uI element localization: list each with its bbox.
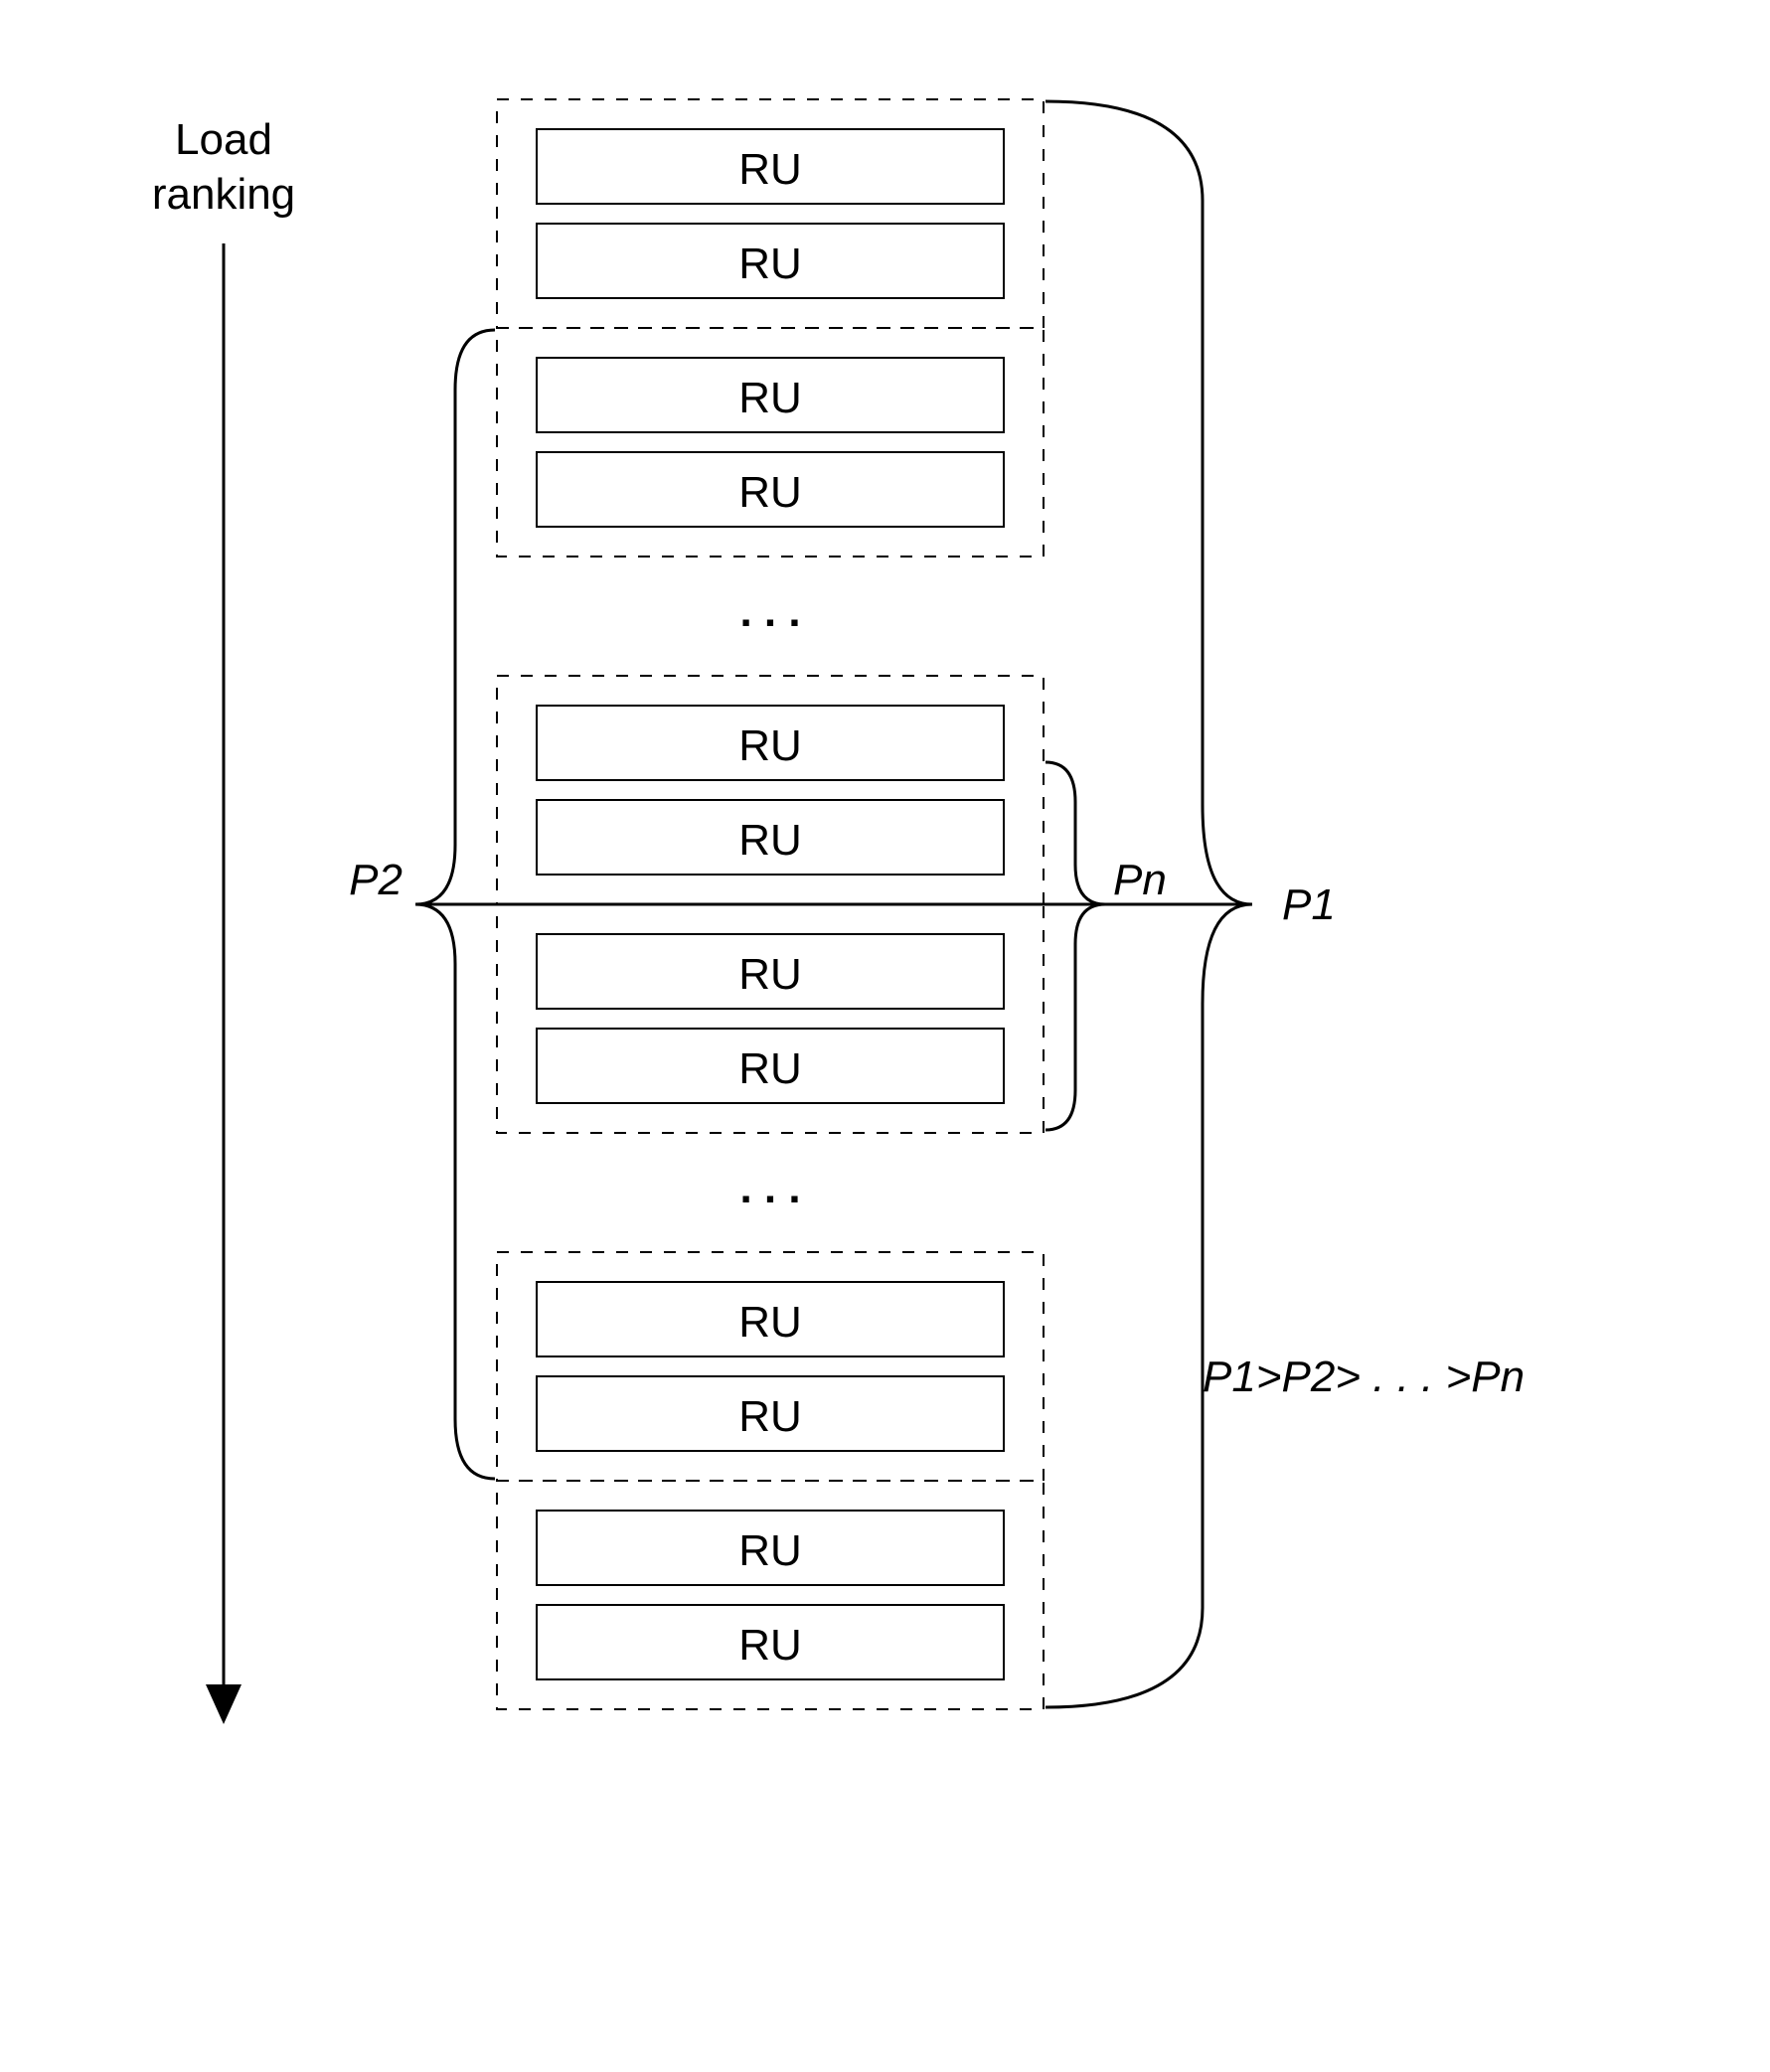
group-2 (497, 328, 1044, 557)
label-p1: P1 (1282, 880, 1336, 929)
arrow-label-1: Load (175, 115, 272, 164)
ru-label: RU (738, 145, 802, 194)
ru-label: RU (738, 1621, 802, 1670)
ru-label: RU (738, 1526, 802, 1575)
ellipsis-2: . . . (739, 1164, 800, 1212)
ru-label: RU (738, 816, 802, 865)
ru-label: RU (738, 468, 802, 517)
ru-label: RU (738, 1298, 802, 1347)
label-pn: Pn (1113, 856, 1167, 904)
group-4 (497, 904, 1044, 1133)
group-3 (497, 676, 1044, 904)
ru-label: RU (738, 374, 802, 422)
ru-label: RU (738, 950, 802, 999)
group-1 (497, 99, 1044, 328)
ru-label: RU (738, 1044, 802, 1093)
ru-label: RU (738, 239, 802, 288)
ellipsis-1: . . . (739, 587, 800, 636)
label-p2: P2 (349, 856, 402, 904)
arrow-label-2: ranking (152, 170, 295, 219)
ru-label: RU (738, 1392, 802, 1441)
group-5 (497, 1252, 1044, 1481)
ru-label: RU (738, 721, 802, 770)
load-ranking-arrow-head (206, 1684, 241, 1724)
group-6 (497, 1481, 1044, 1709)
inequality-text: P1>P2> . . . >Pn (1203, 1353, 1525, 1401)
brace-pn (1046, 762, 1105, 1130)
